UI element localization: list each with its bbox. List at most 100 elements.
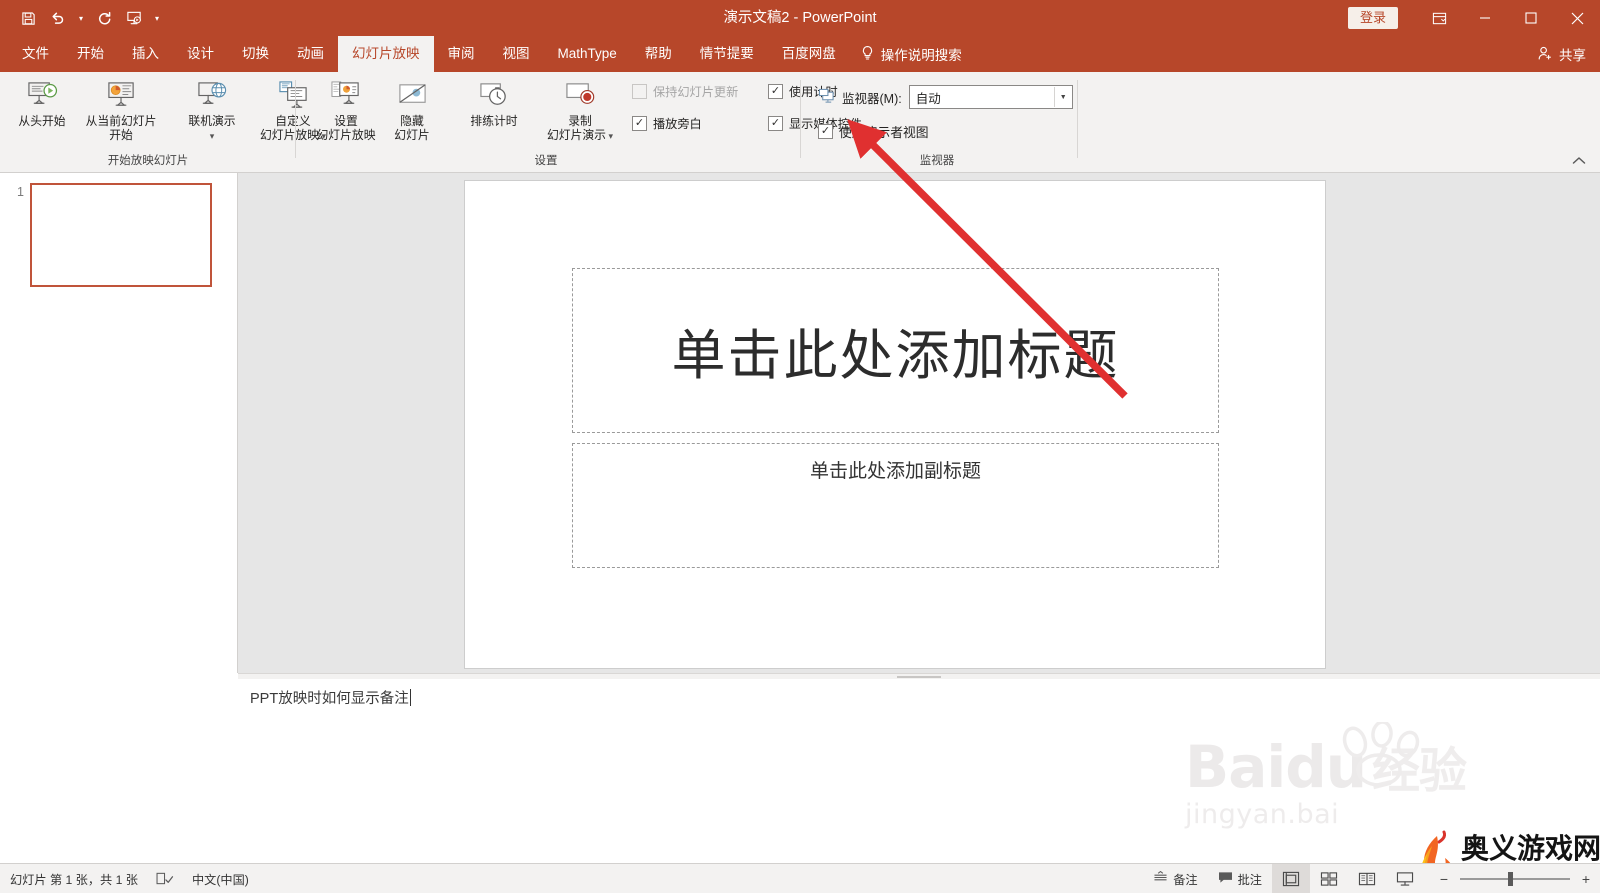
checkbox-use-presenter-view[interactable]: ✓ 使用演示者视图 xyxy=(818,120,929,142)
minimize-icon[interactable] xyxy=(1462,0,1508,36)
language-status[interactable]: 中文(中国) xyxy=(192,870,249,888)
notes-icon xyxy=(1153,870,1168,887)
checkbox-label: 使用演示者视图 xyxy=(839,124,929,140)
close-icon[interactable] xyxy=(1554,0,1600,36)
collapse-ribbon-icon[interactable] xyxy=(1572,154,1586,168)
tell-me-search[interactable]: 操作说明搜索 xyxy=(850,36,962,72)
record-slideshow-button[interactable]: 录制 幻灯片演示 ▾ xyxy=(534,74,626,148)
tell-me-label: 操作说明搜索 xyxy=(880,48,962,63)
monitor-value: 自动 xyxy=(915,91,941,106)
ribbon-group-label-start-slideshow: 开始放映幻灯片 xyxy=(107,155,189,167)
zoom-in-button[interactable]: + xyxy=(1578,871,1594,887)
ribbon: 从头开始 从当前幻灯片 开始 联机演示 ▾ 自定义 幻灯片放映 ▾ 开始放映幻灯… xyxy=(0,72,1600,173)
slide-sorter-icon[interactable] xyxy=(1310,864,1348,893)
start-from-beginning-label: 从头开始 xyxy=(18,114,66,128)
powerpoint-window: ▾ ▾ 演示文稿2 - PowerPoint 登录 文件 开始 插入 设计 切换… xyxy=(0,0,1600,893)
zoom-out-button[interactable]: − xyxy=(1436,871,1452,887)
text-caret xyxy=(409,689,411,706)
tab-file[interactable]: 文件 xyxy=(8,36,63,72)
monitor-selector-row: 监视器(M): 自动 ▼ xyxy=(818,84,1073,110)
start-from-current-button[interactable]: 从当前幻灯片 开始 xyxy=(78,74,164,148)
present-online-icon xyxy=(196,78,229,112)
subtitle-placeholder[interactable]: 单击此处添加副标题 xyxy=(572,443,1219,568)
tab-mathtype[interactable]: MathType xyxy=(544,36,631,72)
spellcheck-icon[interactable] xyxy=(156,871,174,886)
comments-button-label: 批注 xyxy=(1237,872,1262,887)
slide-canvas[interactable]: 单击此处添加标题 单击此处添加副标题 xyxy=(465,181,1325,668)
normal-view-icon[interactable] xyxy=(1272,864,1310,893)
checkbox-box: ✓ xyxy=(768,83,783,99)
title-bar: ▾ ▾ 演示文稿2 - PowerPoint 登录 xyxy=(0,0,1600,36)
customize-quick-access-icon[interactable]: ▾ xyxy=(150,5,164,31)
share-button[interactable]: 共享 xyxy=(1537,36,1586,72)
rehearse-timings-label: 排练计时 xyxy=(470,114,518,128)
notes-button[interactable]: 备注 xyxy=(1143,864,1207,893)
tab-insert[interactable]: 插入 xyxy=(118,36,173,72)
maximize-icon[interactable] xyxy=(1508,0,1554,36)
undo-icon[interactable] xyxy=(44,5,72,31)
tab-baidu-netdisk[interactable]: 百度网盘 xyxy=(768,36,850,72)
tab-slideshow[interactable]: 幻灯片放映 xyxy=(338,36,434,72)
monitor-icon xyxy=(818,88,835,107)
slide-thumbnail-preview[interactable] xyxy=(30,183,212,287)
setup-slideshow-icon xyxy=(330,78,363,112)
tab-storyboarding[interactable]: 情节提要 xyxy=(686,36,768,72)
zoom-control[interactable]: − + xyxy=(1424,871,1594,887)
start-from-current-label: 从当前幻灯片 开始 xyxy=(85,114,157,142)
checkbox-box xyxy=(632,83,647,99)
reading-view-icon[interactable] xyxy=(1348,864,1386,893)
present-online-button[interactable]: 联机演示 ▾ xyxy=(176,74,248,148)
tab-animations[interactable]: 动画 xyxy=(283,36,338,72)
hide-slide-label: 隐藏 幻灯片 xyxy=(394,114,430,142)
tab-help[interactable]: 帮助 xyxy=(631,36,686,72)
record-slideshow-icon xyxy=(564,78,597,112)
checkbox-play-narrations[interactable]: ✓ 播放旁白 xyxy=(632,112,750,134)
title-placeholder[interactable]: 单击此处添加标题 xyxy=(572,268,1219,433)
tab-review[interactable]: 审阅 xyxy=(434,36,489,72)
hide-slide-icon xyxy=(396,78,429,112)
ribbon-display-options-icon[interactable] xyxy=(1416,0,1462,36)
left-pane-lower-filler xyxy=(0,673,239,850)
start-slideshow-icon[interactable] xyxy=(120,5,148,31)
tab-home[interactable]: 开始 xyxy=(63,36,118,72)
tab-design[interactable]: 设计 xyxy=(173,36,228,72)
present-online-label: 联机演示 ▾ xyxy=(188,114,236,141)
checkbox-box: ✓ xyxy=(768,115,783,131)
rehearse-timings-button[interactable]: 排练计时 xyxy=(454,74,534,148)
share-label: 共享 xyxy=(1559,48,1586,63)
sign-in-button[interactable]: 登录 xyxy=(1347,7,1398,29)
zoom-slider-knob[interactable] xyxy=(1508,871,1513,886)
comment-icon xyxy=(1218,871,1233,887)
ribbon-group-label-monitors: 监视器 xyxy=(919,155,955,167)
undo-dropdown-icon[interactable]: ▾ xyxy=(74,5,88,31)
title-placeholder-text: 单击此处添加标题 xyxy=(671,324,1120,387)
aoel-chinese-name: 奥义游戏网 xyxy=(1461,832,1600,865)
quick-access-toolbar: ▾ ▾ xyxy=(14,0,164,36)
status-bar: 幻灯片 第 1 张，共 1 张 中文(中国) 备注 批注 − + xyxy=(0,863,1600,893)
zoom-slider-track[interactable] xyxy=(1460,871,1570,886)
notes-text[interactable]: PPT放映时如何显示备注 xyxy=(250,687,411,708)
ribbon-group-setup: 设置 幻灯片放映 隐藏 幻灯片 排练计时 录制 幻灯片演示 ▾ 保持幻灯片更新 … xyxy=(296,72,862,172)
slide-thumbnail-pane: 1 xyxy=(0,173,238,673)
slide-thumbnail-item[interactable]: 1 xyxy=(10,183,212,287)
redo-icon[interactable] xyxy=(90,5,118,31)
tab-view[interactable]: 视图 xyxy=(489,36,544,72)
slide-count-status[interactable]: 幻灯片 第 1 张，共 1 张 xyxy=(10,870,138,888)
hide-slide-button[interactable]: 隐藏 幻灯片 xyxy=(382,74,442,148)
monitor-dropdown[interactable]: 自动 ▼ xyxy=(908,85,1073,109)
comments-button[interactable]: 批注 xyxy=(1208,864,1272,893)
slideshow-view-icon[interactable] xyxy=(1386,864,1424,893)
tab-transitions[interactable]: 切换 xyxy=(228,36,283,72)
chevron-down-icon[interactable]: ▼ xyxy=(1053,87,1072,107)
notes-pane[interactable]: PPT放映时如何显示备注 xyxy=(238,679,1600,850)
slide-number: 1 xyxy=(17,185,24,199)
start-from-beginning-button[interactable]: 从头开始 xyxy=(6,74,78,148)
checkbox-label: 播放旁白 xyxy=(653,117,702,131)
start-from-beginning-icon xyxy=(26,78,59,112)
subtitle-placeholder-text: 单击此处添加副标题 xyxy=(809,460,981,482)
setup-slideshow-label: 设置 幻灯片放映 xyxy=(316,114,376,142)
save-icon[interactable] xyxy=(14,5,42,31)
checkbox-box: ✓ xyxy=(632,115,647,131)
ribbon-group-monitors: 监视器(M): 自动 ▼ ✓ 使用演示者视图 监视器 xyxy=(800,72,1078,172)
setup-slideshow-button[interactable]: 设置 幻灯片放映 xyxy=(310,74,382,148)
